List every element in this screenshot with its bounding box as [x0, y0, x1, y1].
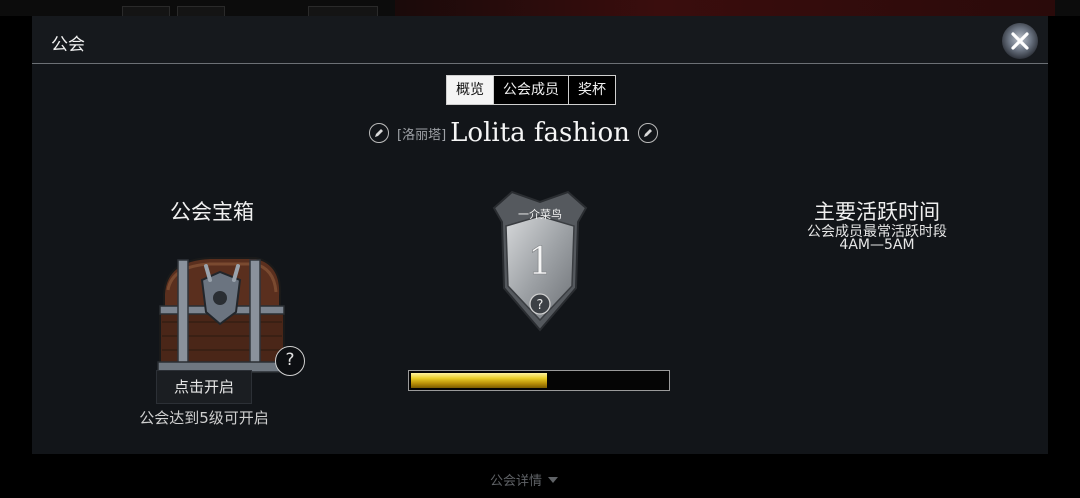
caret-down-icon — [548, 476, 559, 483]
treasure-chest-icon[interactable] — [150, 250, 290, 380]
guild-tag: [洛丽塔] — [397, 127, 447, 143]
question-icon: ? — [275, 346, 305, 376]
close-icon — [1011, 32, 1029, 50]
tab-trophies[interactable]: 奖杯 — [569, 76, 615, 104]
pencil-icon — [643, 129, 652, 137]
question-icon: ? — [537, 298, 544, 313]
edit-tag-button[interactable] — [369, 123, 389, 143]
tab-members[interactable]: 公会成员 — [494, 76, 569, 104]
close-button[interactable] — [1002, 23, 1038, 59]
guild-name-row: [洛丽塔] Lolita fashion — [369, 116, 658, 150]
guild-details-label: 公会详情 — [490, 474, 543, 489]
rank-level: 1 — [528, 239, 552, 283]
dialog-title: 公会 — [51, 35, 85, 55]
rank-progress-fill — [411, 373, 547, 388]
dialog-header: 公会 — [32, 16, 1048, 64]
tab-overview[interactable]: 概览 — [447, 76, 494, 104]
edit-name-button[interactable] — [637, 123, 658, 143]
pencil-icon — [375, 129, 383, 137]
background-banner — [395, 0, 1055, 16]
chest-help-button[interactable]: ? — [275, 346, 305, 376]
guild-name: Lolita fashion — [450, 118, 630, 148]
guild-details-toggle[interactable]: 公会详情 — [490, 470, 559, 489]
chest-unlock-note: 公会达到5级可开启 — [139, 409, 269, 427]
guild-dialog: 公会 概览 公会成员 奖杯 [洛丽塔] Lolita fashion 公会宝箱 — [32, 16, 1048, 454]
active-time-value: 4AM—5AM — [839, 237, 915, 253]
open-chest-button[interactable]: 点击开启 — [156, 370, 252, 404]
chest-title: 公会宝箱 — [170, 200, 254, 224]
rank-title: 一介菜鸟 — [518, 207, 562, 221]
tab-bar: 概览 公会成员 奖杯 — [446, 75, 616, 105]
rank-progress-bar — [408, 370, 670, 391]
rank-shield-icon: 一介菜鸟 1 ? — [492, 190, 588, 332]
